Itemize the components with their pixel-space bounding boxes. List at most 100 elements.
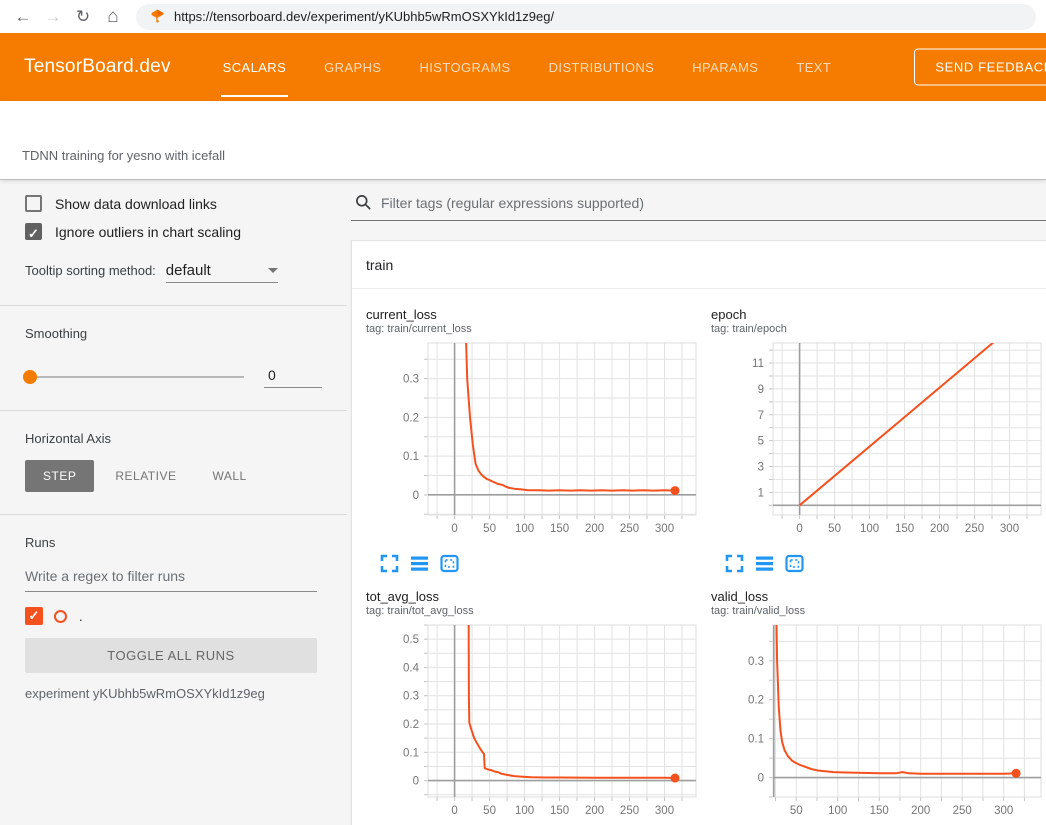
axis-step-button[interactable]: STEP	[25, 460, 94, 492]
toggle-all-runs-button[interactable]: TOGGLE ALL RUNS	[25, 638, 317, 673]
line-chart[interactable]: 0501001502002503001357911	[709, 338, 1046, 551]
sidebar-divider	[0, 305, 347, 306]
checkbox-unchecked-icon[interactable]	[25, 195, 42, 212]
address-bar[interactable]: https://tensorboard.dev/experiment/yKUbh…	[136, 4, 1036, 30]
svg-text:5: 5	[758, 436, 764, 448]
url-text: https://tensorboard.dev/experiment/yKUbh…	[174, 9, 554, 24]
svg-text:150: 150	[895, 523, 914, 535]
tensorboard-favicon-icon	[150, 9, 165, 24]
run-name: .	[79, 609, 83, 624]
tag-filter-field[interactable]: Filter tags (regular expressions support…	[351, 190, 1046, 221]
smoothing-label: Smoothing	[25, 326, 322, 341]
svg-text:200: 200	[930, 523, 949, 535]
search-icon	[355, 194, 372, 211]
svg-text:0: 0	[413, 490, 419, 502]
svg-text:0.3: 0.3	[748, 656, 764, 668]
svg-text:300: 300	[655, 523, 674, 535]
chart-title: current_loss	[364, 307, 704, 322]
experiment-title: TDNN training for yesno with icefall	[22, 148, 225, 163]
svg-text:0: 0	[451, 805, 457, 817]
chart-tag: tag: train/current_loss	[364, 323, 704, 335]
home-icon[interactable]: ⌂	[100, 7, 126, 26]
scalars-main-panel: Filter tags (regular expressions support…	[347, 179, 1046, 825]
ignore-outliers-label: Ignore outliers in chart scaling	[55, 224, 241, 240]
tooltip-sorting-select[interactable]: default	[166, 262, 278, 283]
run-color-circle-icon	[54, 610, 67, 623]
expand-chart-icon[interactable]	[725, 554, 744, 573]
fit-domain-icon[interactable]	[785, 554, 804, 573]
svg-text:0.4: 0.4	[403, 662, 420, 674]
svg-text:0: 0	[413, 776, 419, 788]
axis-relative-button[interactable]: RELATIVE	[100, 460, 191, 492]
svg-text:1: 1	[758, 487, 764, 499]
expand-chart-icon[interactable]	[380, 554, 399, 573]
svg-text:100: 100	[515, 805, 534, 817]
svg-text:11: 11	[752, 358, 764, 370]
log-scale-lines-icon[interactable]	[410, 554, 429, 573]
svg-text:0.1: 0.1	[748, 734, 764, 746]
tooltip-sorting-label: Tooltip sorting method:	[25, 263, 156, 278]
svg-text:150: 150	[870, 805, 889, 817]
show-download-links-checkbox-row[interactable]: Show data download links	[25, 195, 322, 212]
show-download-links-label: Show data download links	[55, 196, 217, 212]
line-chart[interactable]: 05010015020025030000.10.20.30.40.5	[364, 620, 704, 825]
runs-label: Runs	[25, 535, 322, 550]
smoothing-slider-thumb[interactable]	[23, 370, 37, 384]
svg-text:0: 0	[451, 523, 457, 535]
sidebar-divider	[0, 514, 347, 515]
send-feedback-button[interactable]: SEND FEEDBACK	[914, 49, 1046, 86]
tab-text[interactable]: TEXT	[794, 33, 833, 101]
chart-valid-loss: valid_loss tag: train/valid_loss 5010015…	[709, 589, 1046, 825]
chart-title: epoch	[709, 307, 1046, 322]
svg-text:3: 3	[758, 462, 764, 474]
horizontal-axis-label: Horizontal Axis	[25, 431, 322, 446]
train-group-card: train current_loss tag: train/current_lo…	[351, 240, 1046, 825]
svg-text:50: 50	[790, 805, 803, 817]
chart-tag: tag: train/valid_loss	[709, 605, 1046, 617]
svg-text:150: 150	[550, 523, 569, 535]
checkbox-checked-icon[interactable]: ✓	[25, 223, 42, 240]
axis-wall-button[interactable]: WALL	[197, 460, 261, 492]
ignore-outliers-checkbox-row[interactable]: ✓ Ignore outliers in chart scaling	[25, 223, 322, 240]
svg-text:0.2: 0.2	[748, 695, 764, 707]
fit-domain-icon[interactable]	[440, 554, 459, 573]
train-group-header[interactable]: train	[352, 241, 1046, 289]
chart-tot-avg-loss: tot_avg_loss tag: train/tot_avg_loss 050…	[364, 589, 704, 825]
chart-title: valid_loss	[709, 589, 1046, 604]
svg-text:50: 50	[483, 805, 496, 817]
svg-text:100: 100	[860, 523, 879, 535]
svg-text:0.3: 0.3	[403, 691, 419, 703]
svg-text:0.3: 0.3	[403, 374, 419, 386]
tab-histograms[interactable]: HISTOGRAMS	[417, 33, 512, 101]
line-chart[interactable]: 5010015020025030000.10.20.3	[709, 620, 1046, 825]
run-checkbox-icon[interactable]: ✓	[25, 607, 43, 625]
svg-text:250: 250	[620, 805, 639, 817]
reload-icon[interactable]: ↻	[70, 8, 96, 25]
run-list-item[interactable]: ✓ .	[25, 607, 322, 625]
svg-text:7: 7	[758, 410, 764, 422]
svg-text:300: 300	[655, 805, 674, 817]
tab-distributions[interactable]: DISTRIBUTIONS	[547, 33, 657, 101]
svg-text:300: 300	[994, 805, 1013, 817]
svg-text:50: 50	[483, 523, 496, 535]
nav-tabs: SCALARS GRAPHS HISTOGRAMS DISTRIBUTIONS …	[221, 33, 834, 101]
chart-current-loss: current_loss tag: train/current_loss 0 50…	[364, 307, 704, 573]
smoothing-value-field[interactable]: 0	[264, 365, 322, 388]
line-chart[interactable]: 05010015020025030000.10.20.3	[364, 338, 704, 551]
log-scale-lines-icon[interactable]	[755, 554, 774, 573]
tab-scalars[interactable]: SCALARS	[221, 33, 289, 101]
svg-text:0: 0	[758, 773, 764, 785]
tab-graphs[interactable]: GRAPHS	[322, 33, 383, 101]
chart-tag: tag: train/tot_avg_loss	[364, 605, 704, 617]
smoothing-slider[interactable]	[25, 376, 244, 378]
back-icon[interactable]: ←	[10, 8, 36, 25]
forward-icon[interactable]: →	[40, 8, 66, 25]
svg-text:0.2: 0.2	[403, 719, 419, 731]
svg-text:9: 9	[758, 384, 764, 396]
svg-text:200: 200	[585, 805, 604, 817]
svg-text:50: 50	[828, 523, 841, 535]
runs-regex-input[interactable]	[25, 564, 317, 592]
tab-hparams[interactable]: HPARAMS	[690, 33, 760, 101]
app-header: TensorBoard.dev SCALARS GRAPHS HISTOGRAM…	[0, 33, 1046, 101]
svg-text:0.1: 0.1	[403, 747, 419, 759]
